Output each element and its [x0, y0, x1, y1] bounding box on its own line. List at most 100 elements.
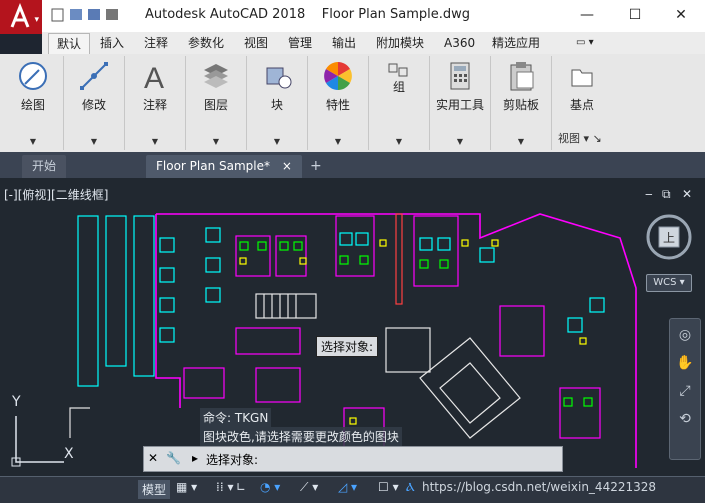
pencil-circle-icon [19, 62, 47, 90]
tab-addins[interactable]: 附加模块 [368, 33, 432, 53]
app-menu-dropdown-icon: ▾ [34, 15, 39, 25]
new-tab-button[interactable]: + [300, 155, 332, 178]
watermark-text: https://blog.csdn.net/weixin_44221328 [422, 480, 657, 494]
window-title: Autodesk AutoCAD 2018 Floor Plan Sample.… [145, 7, 471, 22]
command-prompt-icon: ▸ [192, 451, 199, 465]
viewcube-compass-icon: 上 [646, 214, 692, 260]
tab-start[interactable]: 开始 [22, 155, 67, 178]
panel-modify[interactable]: 修改 ▼ [64, 56, 125, 150]
view-panel-dropdown[interactable]: 视图 ▾ ↘ [558, 130, 612, 146]
pan-hand-icon[interactable]: ✋ [670, 355, 700, 371]
panel-clipboard[interactable]: 剪贴板 ▼ [491, 56, 552, 150]
maximize-button[interactable]: ☐ [612, 0, 658, 30]
tab-default[interactable]: 默认 [48, 33, 91, 54]
tab-title: Floor Plan Sample* [156, 159, 271, 173]
chevron-down-icon[interactable]: ▼ [64, 137, 124, 146]
panel-layers[interactable]: 图层 ▼ [186, 56, 247, 150]
close-icon[interactable]: × [282, 159, 292, 173]
panel-label: 注释 [142, 98, 167, 112]
quick-access-toolbar[interactable] [50, 6, 130, 24]
panel-annotation[interactable]: A 注释 ▼ [125, 56, 186, 150]
select-objects-tooltip: 选择对象: [316, 336, 379, 357]
viewport-close-icon[interactable]: ✕ [682, 187, 692, 201]
tab-a360[interactable]: A360 [436, 33, 483, 53]
panel-block[interactable]: 块 ▼ [247, 56, 308, 150]
view-panel-label: 视图 [558, 132, 580, 145]
panel-label: 修改 [81, 98, 106, 112]
lineweight-icon[interactable]: ☐ ▾ [378, 480, 399, 494]
panel-draw[interactable]: 绘图 ▼ [3, 56, 64, 150]
navigation-bar[interactable]: ◎ ✋ ⤢ ⟲ [669, 318, 701, 460]
viewport-restore-icon[interactable]: ⧉ [662, 187, 671, 202]
tab-featured-apps[interactable]: 精选应用 [484, 33, 548, 53]
viewport-minimize-icon[interactable]: ‒ [645, 187, 653, 201]
viewport-label[interactable]: [-][俯视][二维线框] [4, 186, 108, 203]
steering-wheel-icon[interactable]: ◎ [670, 327, 700, 343]
snap-icon[interactable]: ⁞⁞ ▾ [216, 480, 233, 494]
layers-icon [204, 64, 228, 88]
viewcube-top-label: 上 [663, 231, 675, 245]
quick-access-icons [51, 8, 118, 22]
annotation-scale-icon[interactable]: Ⲁ [406, 480, 415, 495]
chevron-down-icon[interactable]: ▼ [369, 137, 429, 146]
panel-utilities[interactable]: 实用工具 ▼ [430, 56, 491, 150]
svg-text:A: A [144, 62, 164, 92]
application-menu-button[interactable]: ▾ [0, 0, 42, 34]
tab-insert[interactable]: 插入 [92, 33, 132, 53]
modify-icon [80, 62, 108, 90]
chevron-down-icon[interactable]: ▼ [308, 137, 368, 146]
wrench-icon[interactable]: 🔧 [166, 451, 181, 465]
panel-view[interactable]: 基点 视图 ▾ ↘ [552, 56, 612, 150]
ucs-y-label: Y [12, 394, 21, 410]
polar-tracking-icon[interactable]: ◔ ▾ [260, 480, 280, 494]
ortho-icon[interactable]: ∟ [236, 480, 246, 494]
tab-parametric[interactable]: 参数化 [180, 33, 232, 53]
wcs-menu[interactable]: WCS ▾ [646, 274, 692, 292]
clipboard-icon [510, 62, 534, 91]
minimize-button[interactable]: — [564, 0, 610, 30]
panel-label: 基点 [569, 98, 594, 112]
chevron-down-icon[interactable]: ▼ [3, 137, 63, 146]
osnap-icon[interactable]: ◿ ▾ [338, 480, 357, 494]
chevron-down-icon[interactable]: ▼ [125, 137, 185, 146]
grid-icon[interactable]: ▦ ▾ [176, 480, 197, 494]
base-point-icon [571, 69, 593, 87]
zoom-extents-icon[interactable]: ⤢ [670, 383, 700, 399]
command-history-line-1: 命令: TKGN [200, 408, 272, 427]
tab-floor-plan-sample[interactable]: Floor Plan Sample* × [146, 155, 302, 178]
isodraft-icon[interactable]: ⟋ ▾ [300, 480, 318, 495]
panel-label: 实用工具 [435, 98, 484, 112]
close-button[interactable]: ✕ [658, 0, 704, 30]
model-space-button[interactable]: 模型 [138, 480, 171, 499]
panel-label: 图层 [203, 98, 228, 112]
panel-label: 绘图 [20, 98, 45, 112]
chevron-down-icon[interactable]: ▼ [430, 137, 490, 146]
ribbon-toggle-button[interactable]: ▭ ▾ [568, 33, 602, 53]
panel-group[interactable]: 组 ▼ [369, 56, 430, 150]
orbit-icon[interactable]: ⟲ [670, 411, 700, 427]
close-icon[interactable]: ✕ [148, 451, 158, 465]
block-icon [266, 67, 292, 89]
chevron-down-icon[interactable]: ▼ [491, 137, 551, 146]
panel-label: 块 [270, 98, 283, 112]
tab-output[interactable]: 输出 [324, 33, 364, 53]
tab-view[interactable]: 视图 [236, 33, 276, 53]
viewcube[interactable]: 上 [645, 213, 693, 261]
text-a-icon: A [144, 62, 164, 92]
wcs-label: WCS [653, 277, 677, 288]
tab-manage[interactable]: 管理 [280, 33, 320, 53]
command-prompt[interactable]: 选择对象: [206, 451, 258, 468]
panel-label: 组 [392, 80, 405, 94]
panel-label: 特性 [325, 98, 350, 112]
command-line[interactable]: ✕ 🔧 ▸ 选择对象: [143, 446, 563, 472]
ucs-icon [11, 416, 64, 467]
tab-annotate[interactable]: 注释 [136, 33, 176, 53]
command-history-line-2: 图块改色,请选择需要更改颜色的图块 [200, 427, 402, 446]
document-tab-bar [0, 152, 705, 178]
chevron-down-icon[interactable]: ▼ [186, 137, 246, 146]
color-wheel-icon [324, 62, 352, 90]
calculator-icon [450, 62, 470, 90]
chevron-down-icon[interactable]: ▼ [247, 137, 307, 146]
panel-properties[interactable]: 特性 ▼ [308, 56, 369, 150]
panel-label: 剪贴板 [502, 98, 539, 112]
